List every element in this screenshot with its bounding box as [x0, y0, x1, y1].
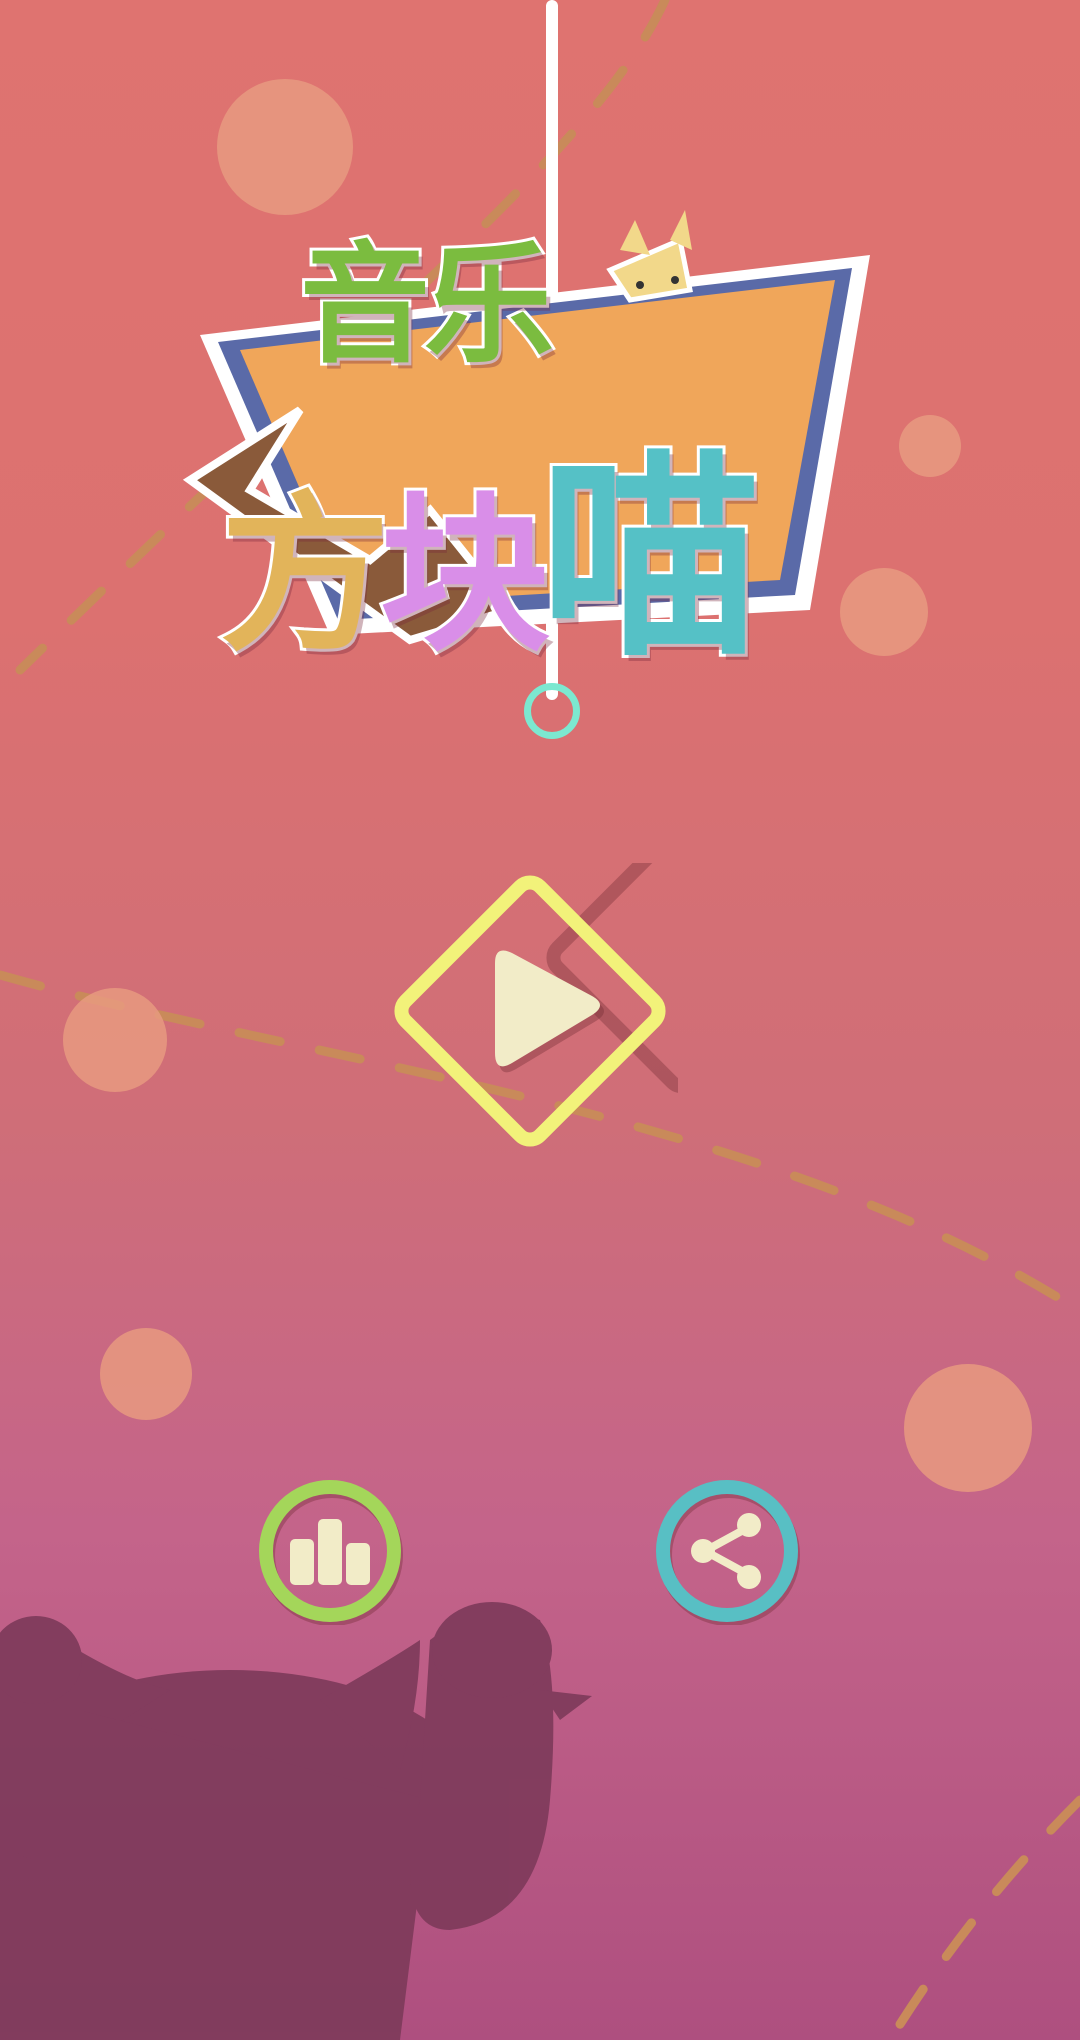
bubble — [904, 1364, 1032, 1492]
logo-title-line1: 音乐 — [297, 226, 557, 384]
share-icon — [691, 1513, 761, 1589]
logo-char-miao: 喵 — [537, 427, 763, 689]
bubble — [899, 415, 961, 477]
bubble — [100, 1328, 192, 1420]
leaderboard-button[interactable] — [256, 1477, 404, 1626]
bar-chart-icon — [290, 1519, 370, 1585]
game-logo: 音乐 方块喵 — [180, 180, 900, 689]
play-icon — [495, 950, 604, 1073]
dashed-line-bottom — [885, 1795, 1080, 2040]
logo-char-fang: 方 — [217, 474, 393, 678]
logo-title-line2: 方块喵 — [217, 380, 763, 698]
play-button[interactable] — [382, 822, 818, 1159]
bubble — [63, 988, 167, 1092]
share-button[interactable] — [653, 1477, 801, 1626]
logo-char-kuai: 块 — [377, 474, 553, 678]
